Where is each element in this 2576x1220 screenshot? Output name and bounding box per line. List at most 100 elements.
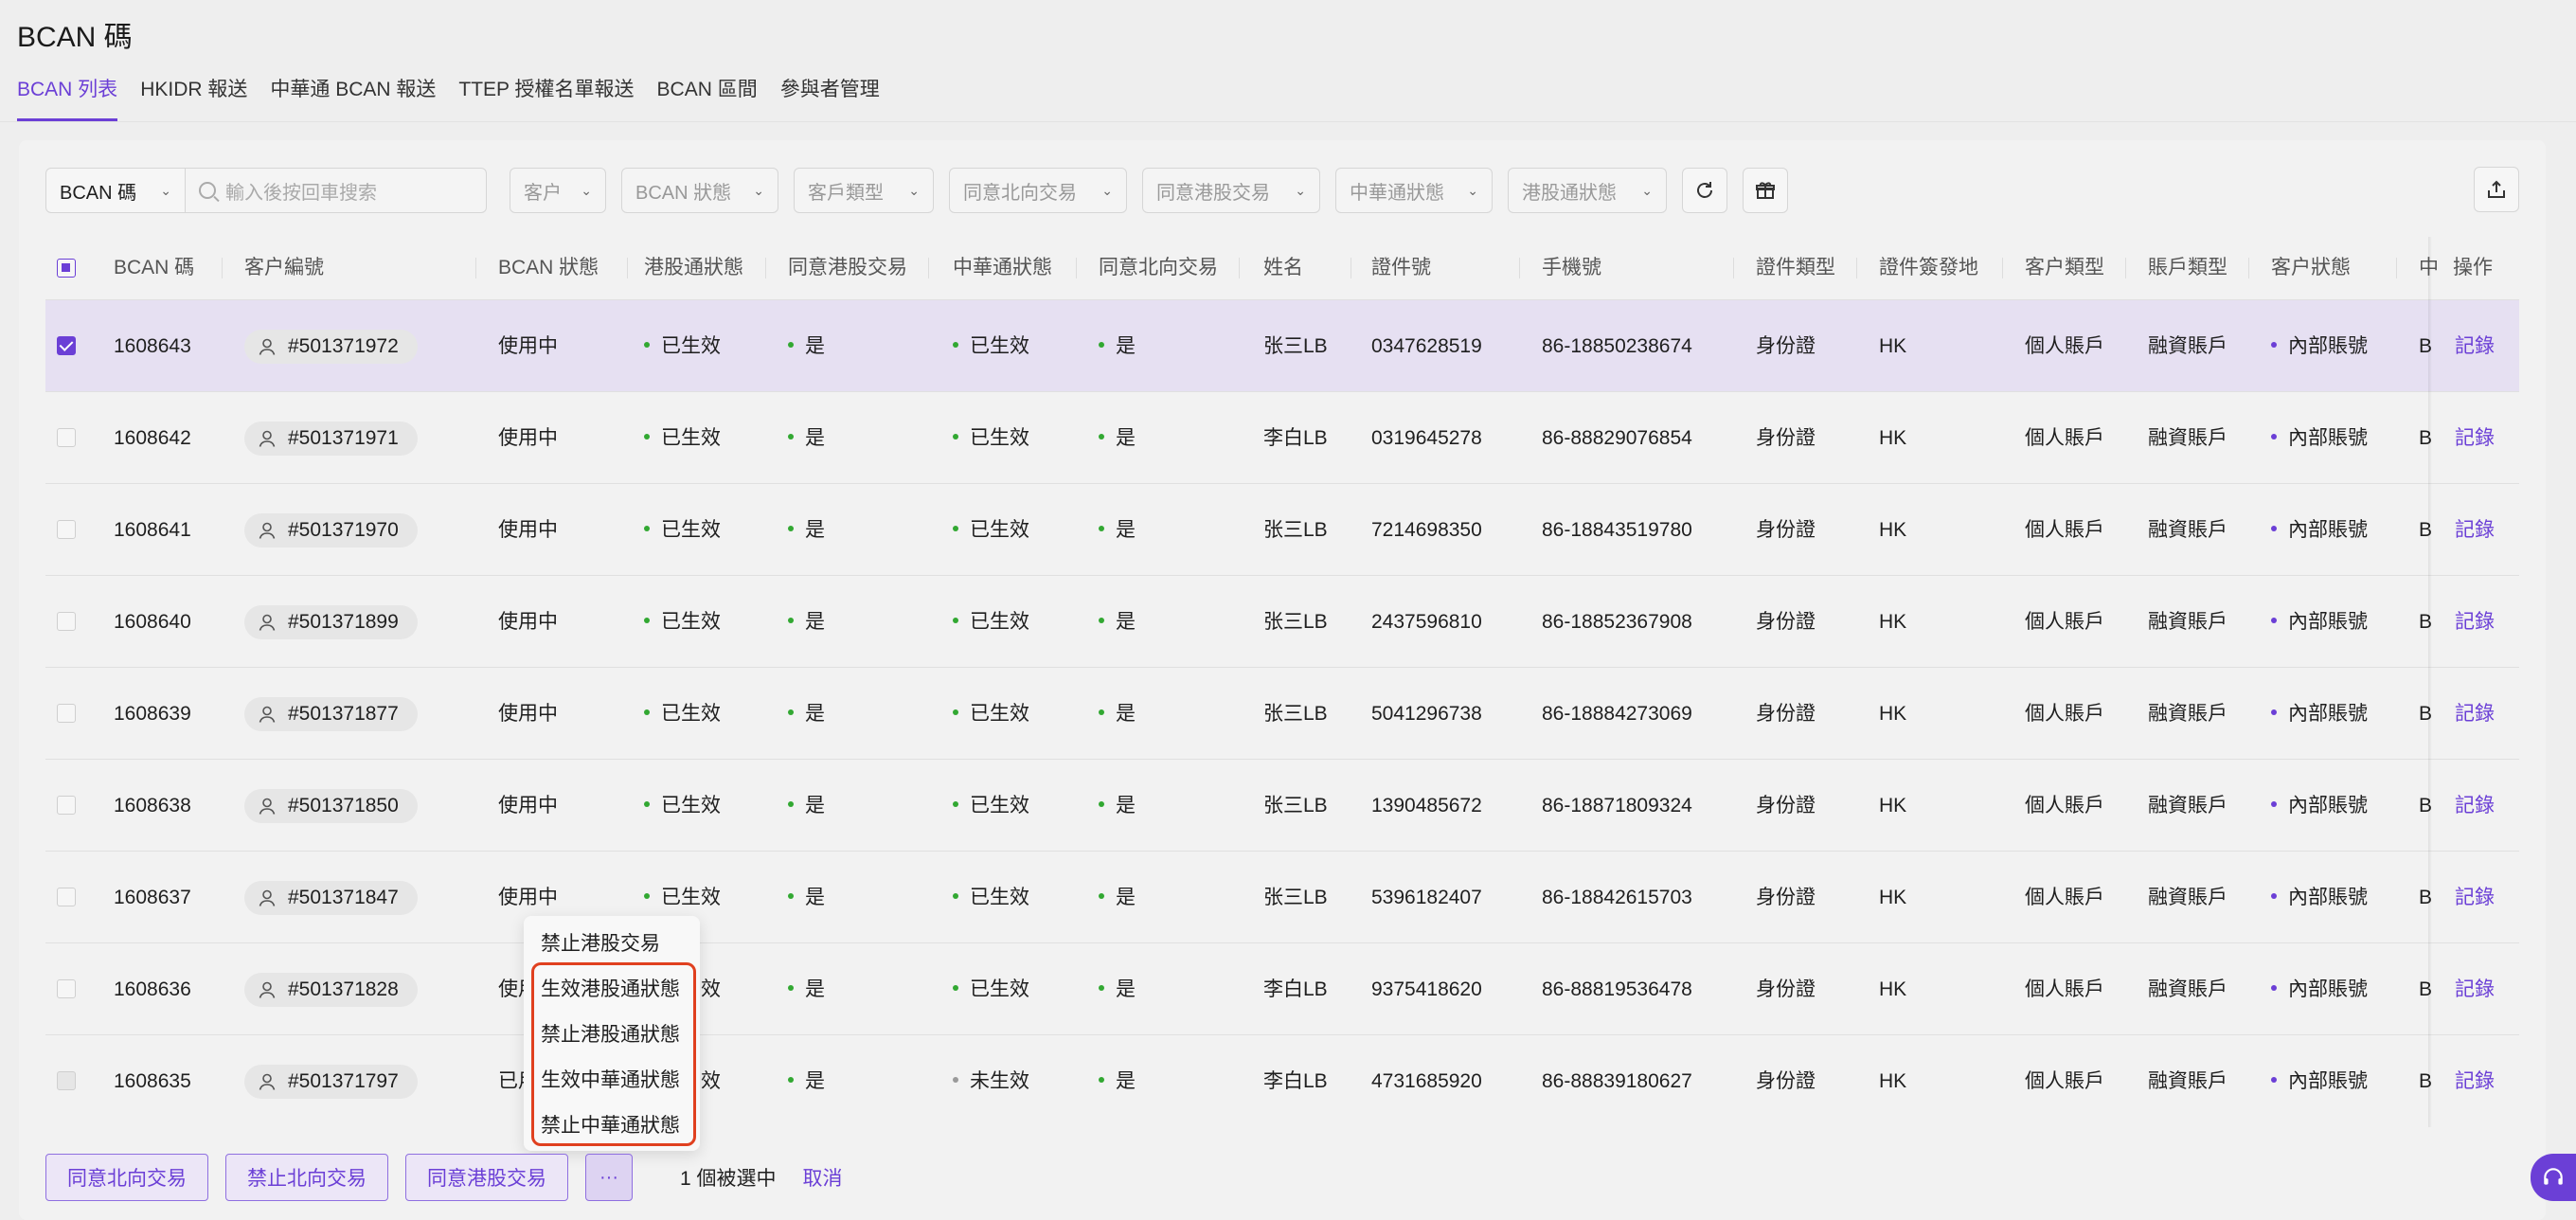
cell-id-type: 身份證: [1756, 427, 1816, 449]
cell-hk-connect: 已生效: [644, 760, 721, 852]
filter-hk-connect-status[interactable]: 港股通狀態 ⌄: [1508, 168, 1667, 213]
gift-button[interactable]: [1743, 168, 1788, 213]
filter-hk-trading[interactable]: 同意港股交易 ⌄: [1142, 168, 1320, 213]
filter-client-type[interactable]: 客戶類型 ⌄: [794, 168, 934, 213]
client-status-text: 內部賬號: [2288, 703, 2368, 725]
status-dot: [1099, 801, 1104, 808]
cell-client-type: 個人賬戶: [2025, 795, 2104, 816]
status-dot: [788, 434, 794, 440]
agree-northbound-button[interactable]: 同意北向交易: [45, 1154, 208, 1201]
client-chip[interactable]: #501371797: [244, 1065, 418, 1099]
cell-id-type: 身份證: [1756, 335, 1816, 357]
tab-participants[interactable]: 參與者管理: [780, 76, 880, 121]
record-link[interactable]: 記錄: [2455, 760, 2495, 852]
more-actions-button[interactable]: ···: [585, 1154, 633, 1201]
agree-nb-text: 是: [1116, 335, 1136, 357]
status-dot: [953, 434, 958, 440]
client-chip[interactable]: #501371970: [244, 513, 418, 547]
client-chip[interactable]: #501371850: [244, 789, 418, 823]
table-row[interactable]: 1608637 #501371847 使用中 已生效是已生效是张三LB 53961824…: [45, 851, 2519, 942]
status-dot: [1099, 342, 1104, 349]
row-checkbox[interactable]: [57, 1071, 76, 1090]
menu-item-enable-hk-connect[interactable]: 生效港股通狀態: [541, 969, 680, 1011]
agree-hk-text: 是: [805, 1070, 825, 1092]
cell-agree-nb: 是: [1099, 1035, 1136, 1127]
col-name: 姓名: [1263, 257, 1303, 278]
export-button[interactable]: [2474, 167, 2519, 212]
menu-item-disable-cn-connect[interactable]: 禁止中華通狀態: [541, 1105, 680, 1147]
record-link[interactable]: 記錄: [2455, 484, 2495, 576]
filter-northbound[interactable]: 同意北向交易 ⌄: [949, 168, 1127, 213]
cell-cn-status: 已生效: [953, 943, 1029, 1035]
table-row[interactable]: 1608643 #501371972 使用中 已生效 是 已生效 是 张三LB 03476285…: [45, 299, 2519, 391]
agree-nb-text: 是: [1116, 519, 1136, 541]
cell-hk-connect: 已生效: [644, 668, 721, 760]
record-link[interactable]: 記錄: [2455, 392, 2495, 484]
record-link[interactable]: 記錄: [2455, 300, 2495, 392]
menu-item-enable-cn-connect[interactable]: 生效中華通狀態: [541, 1060, 680, 1102]
record-link[interactable]: 記錄: [2455, 852, 2495, 943]
client-chip[interactable]: #501371828: [244, 973, 418, 1007]
client-chip[interactable]: #501371971: [244, 422, 418, 456]
record-link[interactable]: 記錄: [2455, 1035, 2495, 1127]
tab-ttep[interactable]: TTEP 授權名單報送: [458, 76, 634, 121]
cell-id-type: 身份證: [1756, 611, 1816, 633]
tab-bcan-list[interactable]: BCAN 列表: [17, 76, 118, 121]
status-dot: [1099, 1077, 1104, 1084]
menu-item-disable-hk-connect[interactable]: 禁止港股通狀態: [541, 1014, 680, 1056]
client-number: #501371828: [288, 978, 399, 1000]
record-link[interactable]: 記錄: [2455, 668, 2495, 760]
select-all-checkbox[interactable]: [57, 259, 76, 278]
record-link[interactable]: 記錄: [2455, 576, 2495, 668]
table-row[interactable]: 1608641 #501371970 使用中 已生效 是 已生效 是 张三LB 72146983…: [45, 483, 2519, 575]
column-separator: [2396, 258, 2397, 278]
cell-acct-type: 融資賬戶: [2148, 335, 2227, 357]
cell-bcan-status: 使用中: [498, 611, 558, 633]
row-checkbox[interactable]: [57, 520, 76, 539]
hk-connect-text: 已生效: [661, 335, 721, 357]
row-checkbox[interactable]: [57, 796, 76, 815]
filter-hk-trading-label: 同意港股交易: [1156, 182, 1270, 204]
tab-bcan-range[interactable]: BCAN 區間: [657, 76, 758, 121]
row-checkbox[interactable]: [57, 612, 76, 631]
search-icon: [199, 182, 216, 199]
cell-bcan: 1608640: [114, 611, 191, 633]
menu-item-disable-hk-trading[interactable]: 禁止港股交易: [541, 924, 660, 965]
row-checkbox[interactable]: [57, 888, 76, 906]
table-row[interactable]: 1608635#501371797已用已生效是未生效是李白LB473168592…: [45, 1034, 2519, 1126]
tab-hkidr[interactable]: HKIDR 報送: [140, 76, 247, 121]
filter-cn-status[interactable]: 中華通狀態 ⌄: [1335, 168, 1493, 213]
record-link[interactable]: 記錄: [2455, 943, 2495, 1035]
search-field-select[interactable]: BCAN 碼 ⌄: [45, 168, 186, 213]
row-checkbox[interactable]: [57, 704, 76, 723]
refresh-button[interactable]: [1682, 168, 1727, 213]
agree-hk-trading-button[interactable]: 同意港股交易: [405, 1154, 568, 1201]
column-separator: [765, 258, 766, 278]
table-row[interactable]: 1608640 #501371899 使用中 已生效 是 已生效 是 张三LB 24375968…: [45, 575, 2519, 667]
search-input[interactable]: 輸入後按回車搜索: [186, 168, 487, 213]
support-button[interactable]: [2531, 1154, 2576, 1201]
disable-northbound-button[interactable]: 禁止北向交易: [225, 1154, 388, 1201]
row-checkbox[interactable]: [57, 979, 76, 998]
filter-client[interactable]: 客户 ⌄: [510, 168, 606, 213]
filter-bcan-status[interactable]: BCAN 狀態 ⌄: [621, 168, 778, 213]
client-status-text: 內部賬號: [2288, 611, 2368, 633]
row-checkbox[interactable]: [57, 428, 76, 447]
cell-hk-connect: 已生效: [644, 576, 721, 668]
table-row[interactable]: 1608638 #501371850 使用中 已生效 是 已生效 是 张三LB 13904856…: [45, 759, 2519, 851]
client-chip[interactable]: #501371972: [244, 330, 418, 364]
client-chip[interactable]: #501371877: [244, 697, 418, 731]
table-row[interactable]: 1608639 #501371877 使用中 已生效 是 已生效 是 张三LB 50412967…: [45, 667, 2519, 759]
table-row[interactable]: 1608642 #501371971 使用中 已生效 是 已生效 是 李白LB 03196452…: [45, 391, 2519, 483]
filter-hk-connect-label: 港股通狀態: [1522, 182, 1617, 204]
cn-status-text: 已生效: [970, 427, 1029, 449]
table-row[interactable]: 1608636#501371828使用中已生效是已生效是李白LB93754186…: [45, 942, 2519, 1034]
cell-bcan: 1608639: [114, 703, 191, 725]
cancel-selection-link[interactable]: 取消: [803, 1163, 843, 1192]
row-checkbox[interactable]: [57, 336, 76, 355]
col-client-no: 客户編號: [244, 257, 324, 278]
status-dot: [953, 801, 958, 808]
client-chip[interactable]: #501371847: [244, 881, 418, 915]
tab-cn-bcan[interactable]: 中華通 BCAN 報送: [270, 76, 436, 121]
client-chip[interactable]: #501371899: [244, 605, 418, 639]
